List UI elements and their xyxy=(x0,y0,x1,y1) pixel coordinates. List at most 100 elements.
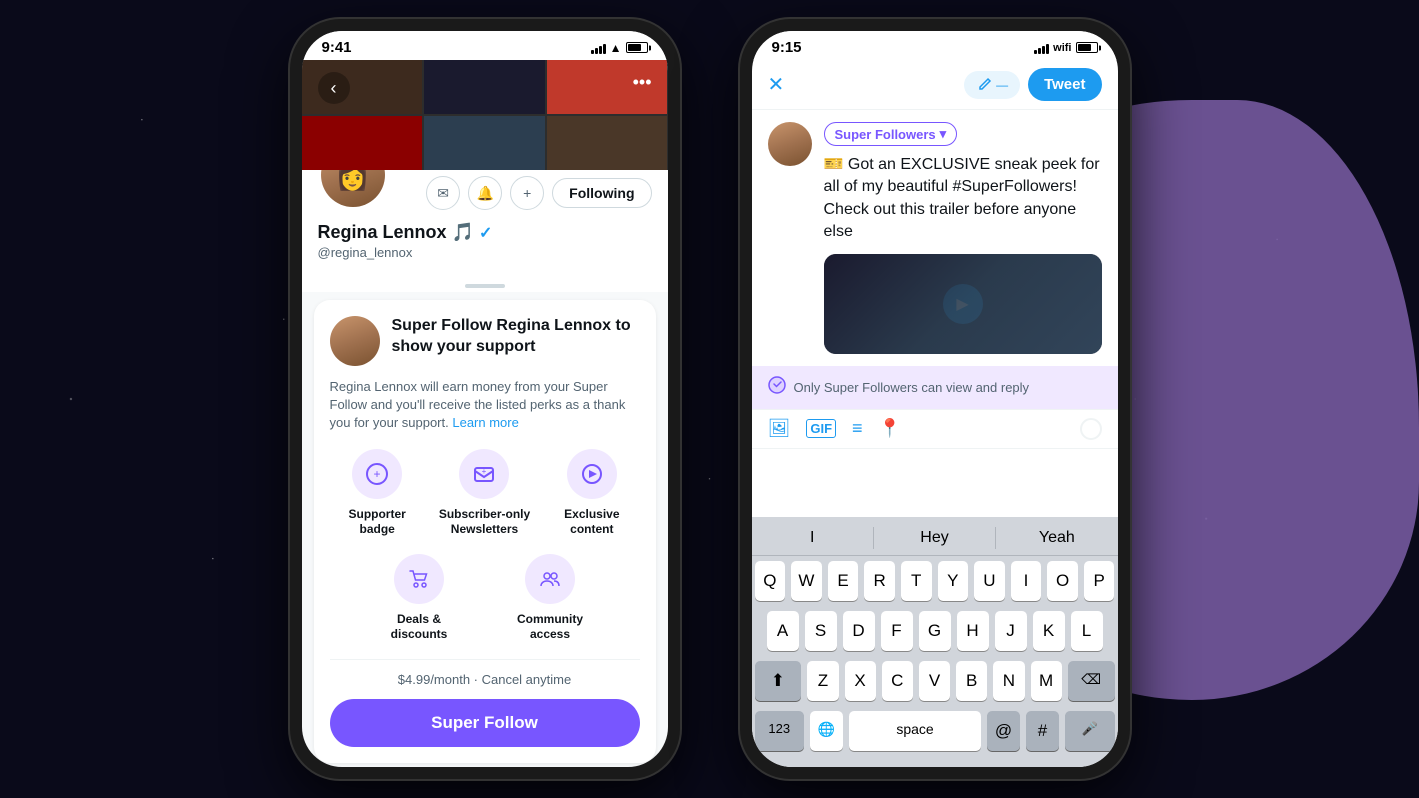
space-key[interactable]: space xyxy=(849,711,981,751)
key-y[interactable]: Y xyxy=(938,561,969,601)
key-w[interactable]: W xyxy=(791,561,822,601)
key-i[interactable]: I xyxy=(1011,561,1042,601)
phone-2: 9:15 wifi ✕ xyxy=(740,19,1130,779)
numbers-key[interactable]: 123 xyxy=(755,711,805,751)
divider xyxy=(330,659,640,660)
tweet-button[interactable]: Tweet xyxy=(1028,68,1101,101)
svg-text:+: + xyxy=(374,467,381,481)
close-button[interactable]: ✕ xyxy=(768,72,785,97)
signal-bar-2 xyxy=(595,48,598,54)
learn-more-link[interactable]: Learn more xyxy=(452,415,518,430)
key-k[interactable]: K xyxy=(1033,611,1065,651)
predictive-word-2[interactable]: Hey xyxy=(874,525,995,551)
perk-label-newsletters: Subscriber-onlyNewsletters xyxy=(439,507,530,538)
key-m[interactable]: M xyxy=(1031,661,1062,701)
battery-icon xyxy=(626,42,648,53)
perks-grid-bottom: Deals &discounts Communityaccess xyxy=(330,554,640,643)
key-r[interactable]: R xyxy=(864,561,895,601)
location-icon[interactable]: 📍 xyxy=(879,418,901,439)
time-1: 9:41 xyxy=(322,39,352,56)
compose-right: — Tweet xyxy=(964,68,1101,101)
key-x[interactable]: X xyxy=(845,661,876,701)
cover-cell xyxy=(547,116,668,170)
card-header: Super Follow Regina Lennox to show your … xyxy=(330,316,640,366)
perk-label-badge: Supporterbadge xyxy=(348,507,405,538)
verified-badge: ✓ xyxy=(479,225,492,242)
cover-cell xyxy=(424,60,545,114)
key-z[interactable]: Z xyxy=(807,661,838,701)
signal-bar-3 xyxy=(599,46,602,54)
profile-handle: @regina_lennox xyxy=(318,245,652,260)
tweet-text[interactable]: 🎫 Got an EXCLUSIVE sneak peek for all of… xyxy=(824,154,1102,244)
audience-label: Super Followers xyxy=(835,127,936,142)
notifications-button[interactable]: 🔔 xyxy=(468,176,502,210)
char-counter xyxy=(1080,418,1102,440)
at-key[interactable]: @ xyxy=(987,711,1020,751)
key-t[interactable]: T xyxy=(901,561,932,601)
predictive-word-1[interactable]: I xyxy=(752,525,873,551)
phones-container: 9:41 ▲ xyxy=(0,0,1419,798)
key-c[interactable]: C xyxy=(882,661,913,701)
key-e[interactable]: E xyxy=(828,561,859,601)
microphone-key[interactable]: 🎤 xyxy=(1065,711,1115,751)
draft-button[interactable]: — xyxy=(964,71,1020,99)
key-l[interactable]: L xyxy=(1071,611,1103,651)
signal-icon-2 xyxy=(1034,42,1049,54)
list-icon[interactable]: ≡ xyxy=(852,418,863,439)
super-follow-button[interactable]: Super Follow xyxy=(330,699,640,747)
perk-icon-content xyxy=(567,449,617,499)
composer-toolbar: 🖼 GIF ≡ 📍 xyxy=(752,409,1118,449)
delete-key[interactable]: ⌫ xyxy=(1068,661,1115,701)
key-g[interactable]: G xyxy=(919,611,951,651)
draft-label: — xyxy=(996,78,1008,92)
predictive-row: I Hey Yeah xyxy=(752,517,1118,556)
shift-key[interactable]: ⬆ xyxy=(755,661,802,701)
key-o[interactable]: O xyxy=(1047,561,1078,601)
key-row-4: 123 🌐 space @ # 🎤 xyxy=(752,706,1118,767)
hash-key[interactable]: # xyxy=(1026,711,1059,751)
composer-content: Super Followers ▾ 🎫 Got an EXCLUSIVE sne… xyxy=(824,122,1102,354)
key-q[interactable]: Q xyxy=(755,561,786,601)
battery-fill-2 xyxy=(1078,44,1092,51)
perk-label-content: Exclusivecontent xyxy=(564,507,619,538)
status-icons-1: ▲ xyxy=(591,41,648,55)
key-b[interactable]: B xyxy=(956,661,987,701)
globe-icon[interactable]: 🌐 xyxy=(810,711,843,751)
key-row-3: ⬆ Z X C V B N M ⌫ xyxy=(752,656,1118,706)
perk-deals: Deals &discounts xyxy=(360,554,479,643)
perk-label-deals: Deals &discounts xyxy=(391,612,448,643)
predictive-word-3[interactable]: Yeah xyxy=(996,525,1117,551)
cover-cell xyxy=(302,116,423,170)
key-a[interactable]: A xyxy=(767,611,799,651)
key-u[interactable]: U xyxy=(974,561,1005,601)
key-v[interactable]: V xyxy=(919,661,950,701)
keyboard: I Hey Yeah Q W E R T Y U I O P xyxy=(752,517,1118,767)
time-2: 9:15 xyxy=(772,39,802,56)
phone-2-screen: 9:15 wifi ✕ xyxy=(752,31,1118,767)
gif-icon[interactable]: GIF xyxy=(806,419,836,438)
more-button[interactable]: ••• xyxy=(633,72,652,93)
add-button[interactable]: + xyxy=(510,176,544,210)
super-followers-notice: Only Super Followers can view and reply xyxy=(752,366,1118,409)
key-d[interactable]: D xyxy=(843,611,875,651)
signal-bar-4 xyxy=(603,44,606,54)
video-preview: ▶ xyxy=(824,254,1102,354)
back-button[interactable]: ‹ xyxy=(318,72,350,104)
wifi-icon-2: wifi xyxy=(1053,42,1071,54)
key-h[interactable]: H xyxy=(957,611,989,651)
key-s[interactable]: S xyxy=(805,611,837,651)
status-icons-2: wifi xyxy=(1034,42,1097,54)
profile-name: Regina Lennox 🎵 ✓ xyxy=(318,222,652,243)
signal-icon xyxy=(591,42,606,54)
following-button[interactable]: Following xyxy=(552,178,651,208)
key-n[interactable]: N xyxy=(993,661,1024,701)
key-p[interactable]: P xyxy=(1084,561,1115,601)
audience-selector[interactable]: Super Followers ▾ xyxy=(824,122,958,146)
composer-avatar xyxy=(768,122,812,166)
message-button[interactable]: ✉ xyxy=(426,176,460,210)
image-icon[interactable]: 🖼 xyxy=(768,418,791,439)
signal-bar-1 xyxy=(591,50,594,54)
key-j[interactable]: J xyxy=(995,611,1027,651)
perk-icon-community xyxy=(525,554,575,604)
key-f[interactable]: F xyxy=(881,611,913,651)
